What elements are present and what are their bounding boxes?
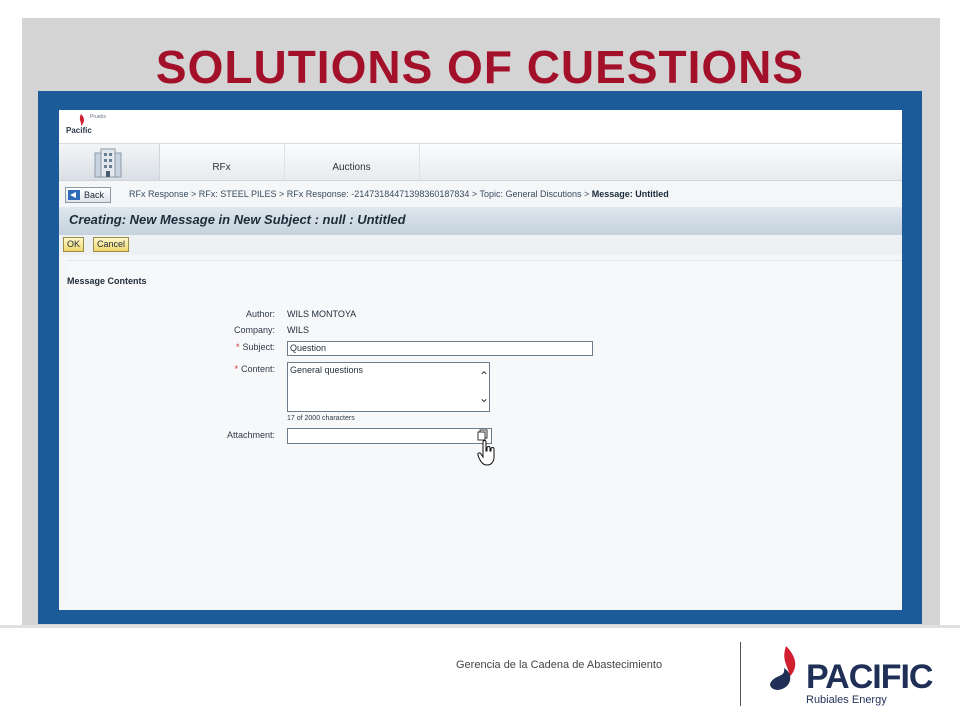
tab-auctions[interactable]: Auctions xyxy=(284,144,420,180)
content-label: Content: xyxy=(240,364,275,374)
author-value: WILS MONTOYA xyxy=(287,309,357,319)
back-button[interactable]: Back xyxy=(65,187,112,203)
back-button-label: Back xyxy=(84,190,105,200)
app-screenshot: Pruebs Pacific RFx Auctions Back RFx Res… xyxy=(59,110,902,610)
breadcrumb-path: RFx Response > RFx: STEEL PILES > RFx Re… xyxy=(129,189,669,199)
flame-icon xyxy=(79,114,84,126)
subject-label: Subject: xyxy=(242,342,275,352)
footer-divider xyxy=(740,642,741,706)
app-logo-text: Pacific xyxy=(66,126,92,135)
action-bar: OK Cancel xyxy=(59,235,902,255)
page-title: Creating: New Message in New Subject : n… xyxy=(69,212,406,227)
ok-button[interactable]: OK xyxy=(63,237,85,252)
content-textarea[interactable]: General questions xyxy=(287,362,490,412)
page-header: Creating: New Message in New Subject : n… xyxy=(59,207,902,235)
cancel-button[interactable]: Cancel xyxy=(93,237,130,252)
content-label-wrap: * Content: xyxy=(155,364,275,374)
scroll-up-icon[interactable]: ⌃ xyxy=(477,369,491,383)
subject-input[interactable]: Question xyxy=(287,341,593,356)
scroll-down-icon[interactable]: ⌄ xyxy=(477,391,491,405)
section-title: Message Contents xyxy=(67,276,147,286)
attachment-label: Attachment: xyxy=(226,430,275,440)
back-arrow-icon xyxy=(68,190,80,200)
breadcrumb: Back RFx Response > RFx: STEEL PILES > R… xyxy=(59,184,902,206)
breadcrumb-links[interactable]: RFx Response > RFx: STEEL PILES > RFx Re… xyxy=(129,189,592,199)
hand-cursor-icon xyxy=(477,440,495,466)
breadcrumb-current: Message: Untitled xyxy=(591,189,669,199)
pacific-logo-word: PACIFIC xyxy=(806,658,933,696)
flame-icon xyxy=(770,646,796,690)
footer-text: Gerencia de la Cadena de Abastecimiento xyxy=(456,659,663,671)
attachment-input[interactable] xyxy=(287,428,492,444)
slide-title: SOLUTIONS OF CUESTIONS xyxy=(155,41,805,93)
tab-rfx[interactable]: RFx xyxy=(159,144,285,180)
company-value: WILS xyxy=(287,325,310,335)
footer-separator xyxy=(0,625,960,628)
app-logo: Pruebs Pacific xyxy=(64,113,116,141)
nav-bar: RFx Auctions xyxy=(59,144,902,181)
required-marker: * xyxy=(235,342,240,352)
subject-label-wrap: * Subject: xyxy=(155,342,275,352)
app-logo-subtext: Pruebs xyxy=(90,114,106,120)
company-label: Company: xyxy=(233,325,275,335)
pacific-logo: PACIFIC Rubiales Energy xyxy=(762,640,933,708)
building-icon xyxy=(94,148,122,178)
character-count: 17 of 2000 characters xyxy=(287,415,355,422)
app-header: Pruebs Pacific xyxy=(59,110,902,144)
author-label: Author: xyxy=(245,309,275,319)
pacific-logo-tagline: Rubiales Energy xyxy=(806,694,887,706)
required-marker: * xyxy=(234,364,238,374)
tab-home[interactable] xyxy=(59,144,160,180)
